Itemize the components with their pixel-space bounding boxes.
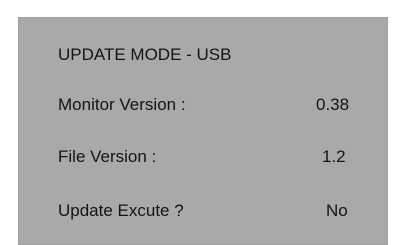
monitor-version-label: Monitor Version :: [58, 95, 186, 114]
file-version-label: File Version :: [58, 147, 157, 166]
update-execute-label: Update Excute ?: [58, 201, 184, 220]
update-execute-value[interactable]: No: [326, 199, 348, 223]
update-mode-panel: UPDATE MODE - USB Monitor Version : 0.38…: [18, 17, 388, 245]
monitor-version-value: 0.38: [316, 95, 350, 114]
file-version-value: 1.2: [322, 147, 346, 166]
panel-title: UPDATE MODE - USB: [58, 45, 232, 64]
